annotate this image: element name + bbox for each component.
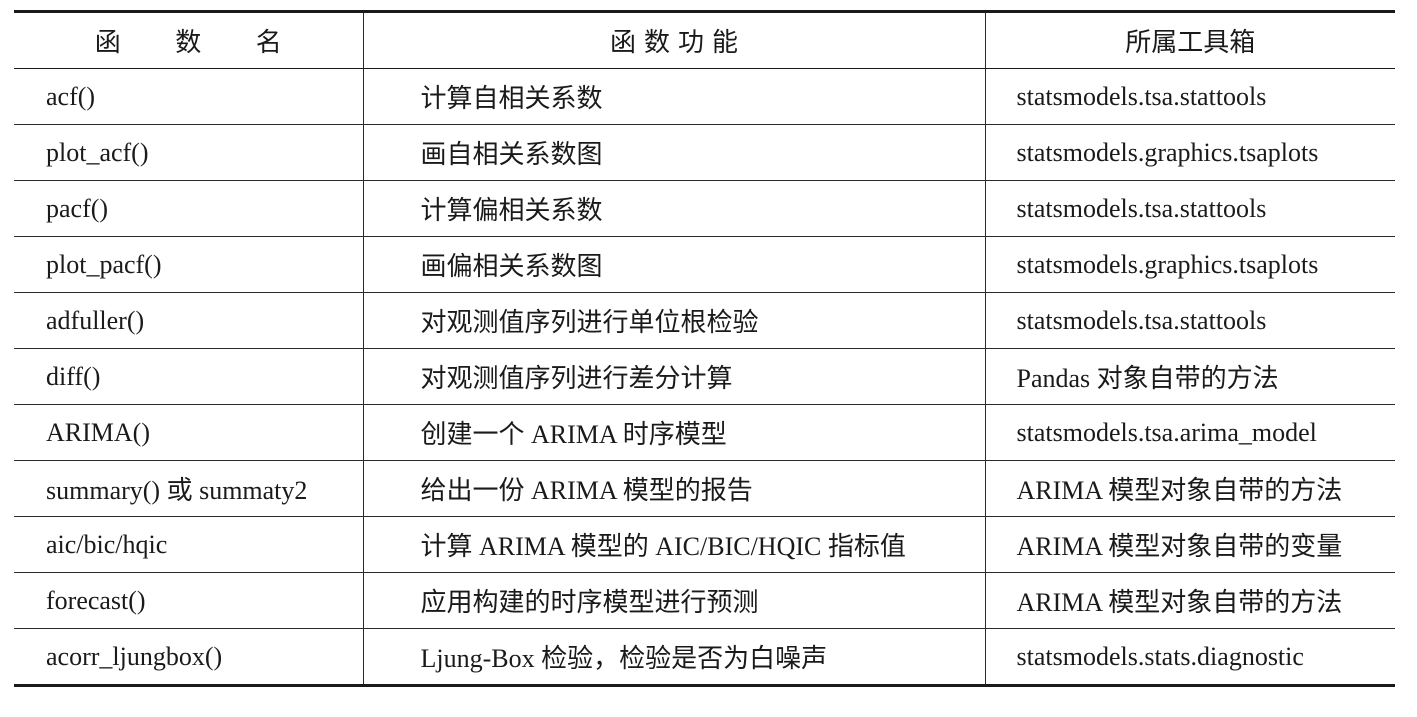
cell-function-name: pacf() xyxy=(14,180,363,237)
cell-function-purpose: 创建一个 ARIMA 时序模型 xyxy=(362,404,985,461)
cell-toolbox: ARIMA 模型对象自带的方法 xyxy=(984,460,1395,517)
table-row: acorr_ljungbox() Ljung-Box 检验，检验是否为白噪声 s… xyxy=(14,628,1395,686)
function-table-container: 函 数 名 函数功能 所属工具箱 acf() 计算自相关系数 statsmode… xyxy=(14,10,1395,687)
table-row: summary() 或 summaty2 给出一份 ARIMA 模型的报告 AR… xyxy=(14,460,1395,517)
cell-function-name: forecast() xyxy=(14,572,363,629)
cell-function-purpose: 画自相关系数图 xyxy=(362,124,985,181)
table-header-row: 函 数 名 函数功能 所属工具箱 xyxy=(14,11,1395,69)
cell-function-purpose: 对观测值序列进行差分计算 xyxy=(362,348,985,405)
header-function-name-text: 函 数 名 xyxy=(94,28,306,57)
cell-function-name: summary() 或 summaty2 xyxy=(14,460,363,517)
cell-function-purpose: 给出一份 ARIMA 模型的报告 xyxy=(362,460,985,517)
cell-function-name: acorr_ljungbox() xyxy=(46,641,223,671)
cell-function-purpose: 应用构建的时序模型进行预测 xyxy=(362,572,985,629)
table-row: plot_pacf() 画偏相关系数图 statsmodels.graphics… xyxy=(14,236,1395,293)
cell-function-purpose: 计算自相关系数 xyxy=(362,68,985,125)
cell-toolbox: statsmodels.graphics.tsaplots xyxy=(984,236,1395,293)
table-row: plot_acf() 画自相关系数图 statsmodels.graphics.… xyxy=(14,124,1395,181)
header-function-name: 函 数 名 xyxy=(14,11,363,69)
cell-function-name: adfuller() xyxy=(14,292,363,349)
cell-toolbox: ARIMA 模型对象自带的方法 xyxy=(984,572,1395,629)
cell-function-purpose: 计算偏相关系数 xyxy=(362,180,985,237)
cell-toolbox: statsmodels.tsa.stattools xyxy=(984,180,1395,237)
table-row: forecast() 应用构建的时序模型进行预测 ARIMA 模型对象自带的方法 xyxy=(14,572,1395,629)
cell-toolbox: statsmodels.stats.diagnostic xyxy=(984,628,1395,686)
header-toolbox-text: 所属工具箱 xyxy=(1125,28,1256,57)
cell-toolbox: statsmodels.tsa.arima_model xyxy=(984,404,1395,461)
cell-function-purpose: 画偏相关系数图 xyxy=(362,236,985,293)
header-function-purpose: 函数功能 xyxy=(362,11,985,69)
header-function-purpose-text: 函数功能 xyxy=(609,28,746,57)
cell-function-purpose: 计算 ARIMA 模型的 AIC/BIC/HQIC 指标值 xyxy=(362,516,985,573)
table-row: ARIMA() 创建一个 ARIMA 时序模型 statsmodels.tsa.… xyxy=(14,404,1395,461)
cell-function-purpose: 对观测值序列进行单位根检验 xyxy=(362,292,985,349)
cell-toolbox: statsmodels.tsa.stattools xyxy=(984,292,1395,349)
cell-toolbox: Pandas 对象自带的方法 xyxy=(984,348,1395,405)
table-row: adfuller() 对观测值序列进行单位根检验 statsmodels.tsa… xyxy=(14,292,1395,349)
function-table: 函 数 名 函数功能 所属工具箱 acf() 计算自相关系数 statsmode… xyxy=(14,10,1395,687)
cell-toolbox: ARIMA 模型对象自带的变量 xyxy=(984,516,1395,573)
cell-toolbox: statsmodels.graphics.tsaplots xyxy=(984,124,1395,181)
table-row: diff() 对观测值序列进行差分计算 Pandas 对象自带的方法 xyxy=(14,348,1395,405)
cell-function-name: diff() xyxy=(14,348,363,405)
cell-toolbox: statsmodels.tsa.stattools xyxy=(984,68,1395,125)
cell-function-name: acf() xyxy=(14,68,363,125)
cell-function-name: aic/bic/hqic xyxy=(14,516,363,573)
cell-function-name: plot_pacf() xyxy=(14,236,363,293)
cell-function-name: ARIMA() xyxy=(14,404,363,461)
cell-function-purpose: Ljung-Box 检验，检验是否为白噪声 xyxy=(362,628,985,686)
cell-function-name: plot_acf() xyxy=(14,124,363,181)
table-row: acf() 计算自相关系数 statsmodels.tsa.stattools xyxy=(14,68,1395,125)
header-toolbox: 所属工具箱 xyxy=(984,11,1395,69)
table-row: aic/bic/hqic 计算 ARIMA 模型的 AIC/BIC/HQIC 指… xyxy=(14,516,1395,573)
table-row: pacf() 计算偏相关系数 statsmodels.tsa.stattools xyxy=(14,180,1395,237)
